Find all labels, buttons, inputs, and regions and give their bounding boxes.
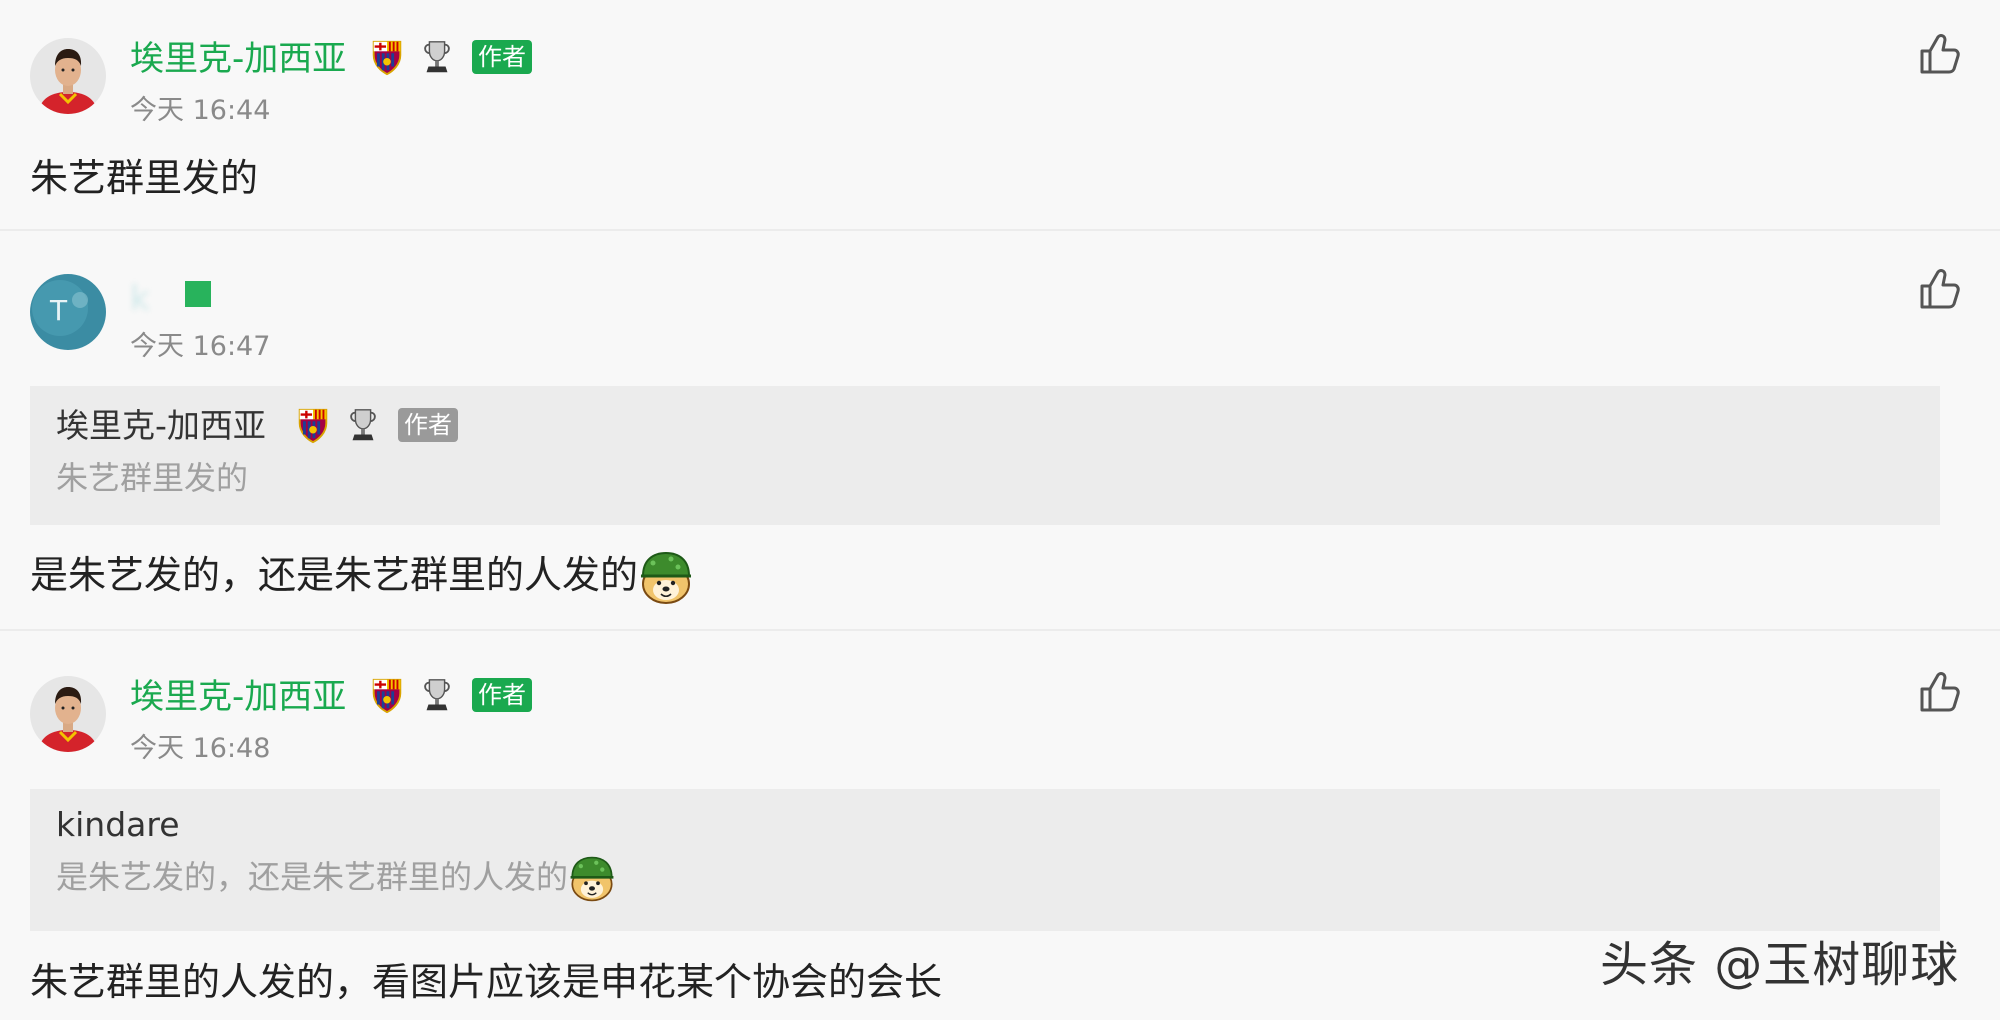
comment-time: 今天 16:44: [130, 95, 271, 126]
badges: 作者: [368, 38, 532, 76]
quoted-comment[interactable]: kindare 是朱艺发的，还是朱艺群里的人发的: [30, 789, 1940, 931]
avatar[interactable]: [30, 38, 106, 114]
trophy-icon: [344, 406, 382, 444]
comment-time: 今天 16:48: [130, 733, 271, 764]
author-badge: 作者: [472, 40, 532, 74]
watermark: 头条 @玉树聊球: [1600, 937, 1960, 993]
thumbs-up-icon[interactable]: [1918, 267, 1962, 311]
avatar[interactable]: [30, 676, 106, 752]
quoted-author: kindare: [56, 805, 180, 844]
author-badge: 作者: [472, 678, 532, 712]
avatar[interactable]: [30, 274, 106, 350]
helmet-doge-emoji: [638, 550, 694, 606]
trophy-icon: [418, 38, 456, 76]
thumbs-up-icon[interactable]: [1918, 670, 1962, 714]
barcelona-crest-icon: [368, 38, 406, 76]
author-badge: 作者: [398, 408, 458, 442]
quoted-text-content: 是朱艺发的，还是朱艺群里的人发的: [56, 858, 569, 896]
quoted-text: 朱艺群里发的: [56, 459, 249, 497]
barcelona-crest-icon: [294, 406, 332, 444]
comment-text: 朱艺群里的人发的，看图片应该是申花某个协会的会长: [30, 960, 943, 1004]
quoted-author: 埃里克-加西亚: [56, 406, 266, 445]
quoted-text: 是朱艺发的，还是朱艺群里的人发的: [56, 855, 616, 903]
name-badge: [185, 281, 211, 307]
quoted-badges: 作者: [294, 406, 458, 444]
thumbs-up-icon[interactable]: [1918, 32, 1962, 76]
comment-text: 朱艺群里发的: [30, 156, 259, 200]
badges: 作者: [368, 676, 532, 714]
comment-text: 是朱艺发的，还是朱艺群里的人发的: [30, 549, 694, 606]
comment-item: 埃里克-加西亚 作者 今天 16:44 朱艺群里发的: [0, 0, 2000, 229]
comment-text-content: 是朱艺发的，还是朱艺群里的人发的: [30, 553, 639, 597]
author-name[interactable]: 埃里克-加西亚: [130, 675, 346, 719]
helmet-doge-emoji: [568, 855, 616, 903]
barcelona-crest-icon: [368, 676, 406, 714]
author-name[interactable]: 埃里克-加西亚: [130, 37, 346, 81]
comment-time: 今天 16:47: [130, 331, 271, 362]
comment-item: k 今天 16:47 埃里克-加西亚 作者 朱艺群里发的 是朱艺发的，还是朱艺群…: [0, 231, 2000, 629]
trophy-icon: [418, 676, 456, 714]
quoted-comment[interactable]: 埃里克-加西亚 作者 朱艺群里发的: [30, 386, 1940, 525]
